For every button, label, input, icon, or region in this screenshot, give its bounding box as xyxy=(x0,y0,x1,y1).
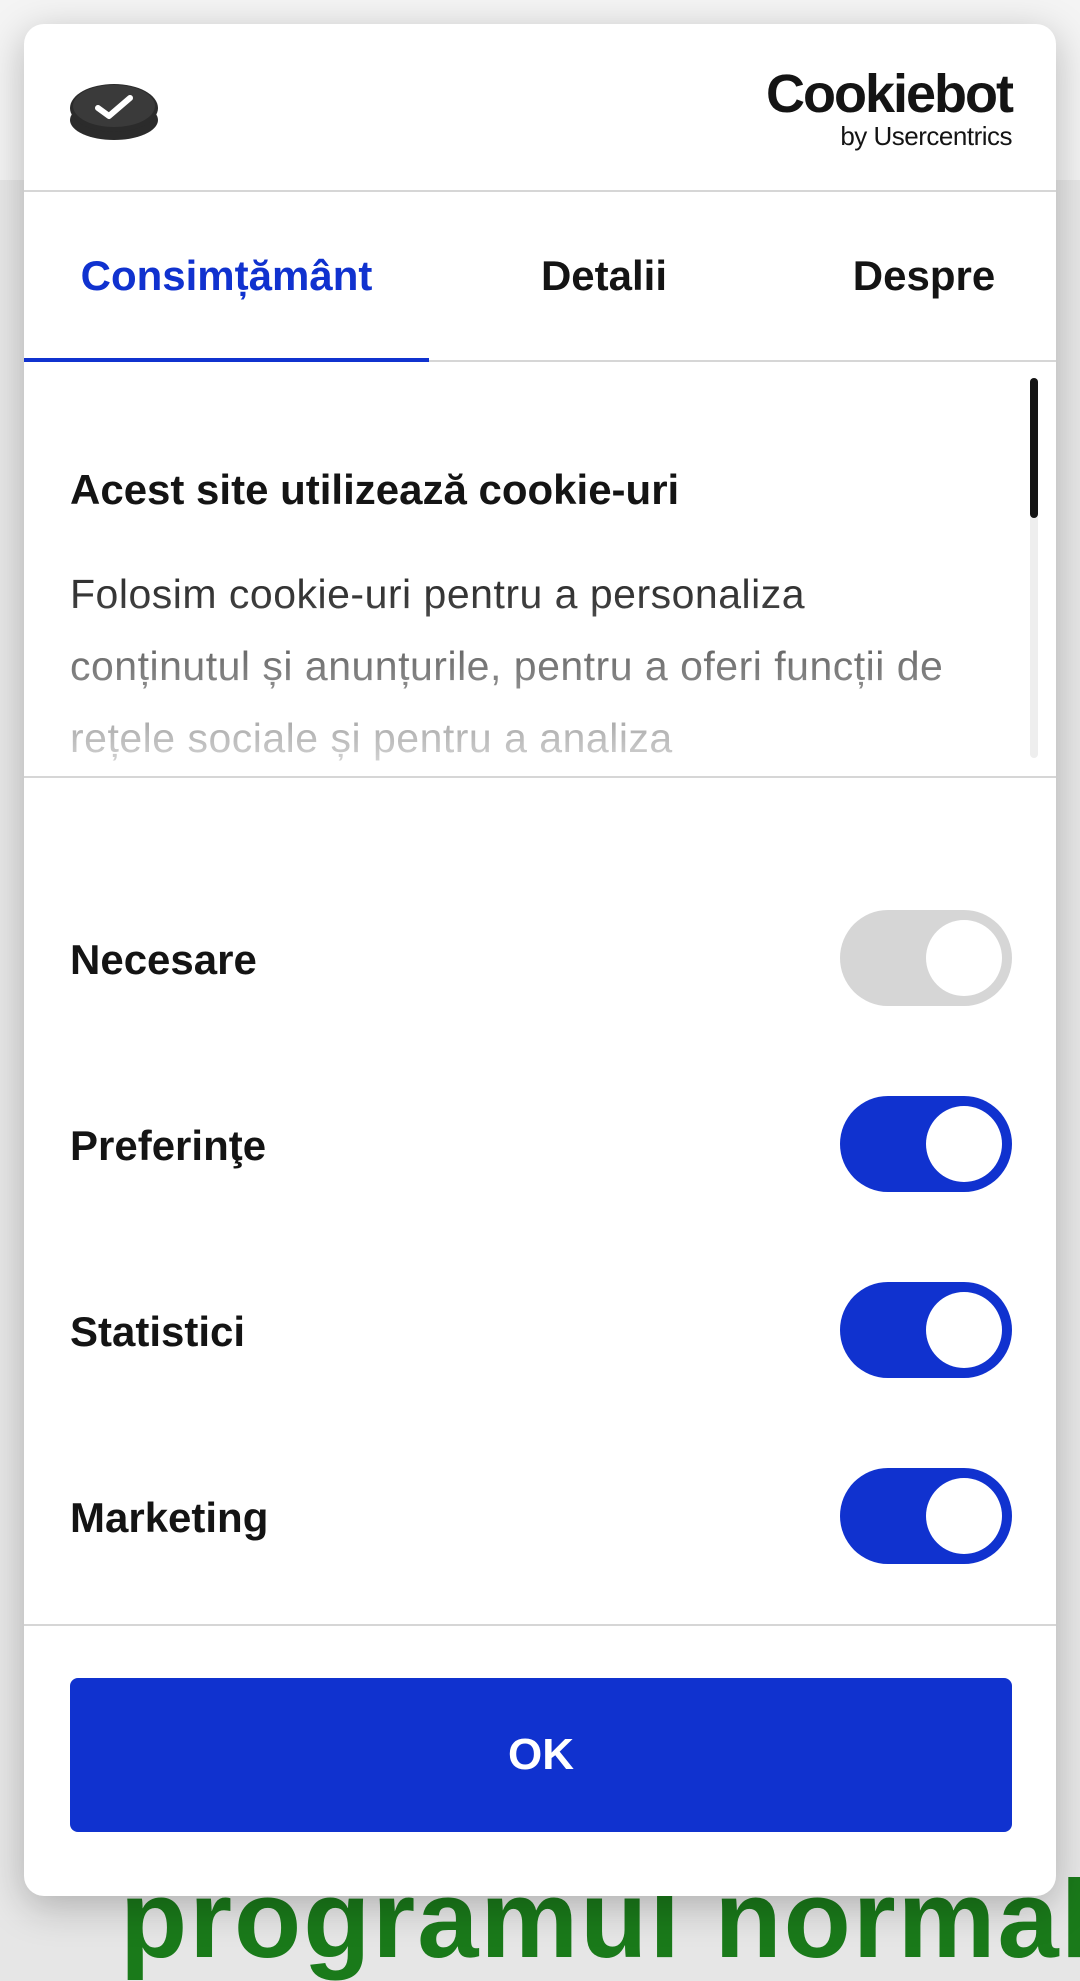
consent-description-panel[interactable]: Acest site utilizează cookie-uri Folosim… xyxy=(24,362,1056,778)
ok-button[interactable]: OK xyxy=(70,1678,1012,1832)
tab-about[interactable]: Despre xyxy=(764,192,1056,360)
preferences-toggle[interactable] xyxy=(840,1096,1012,1192)
category-label-preferences: Preferinţe xyxy=(70,1122,267,1169)
consent-title: Acest site utilizează cookie-uri xyxy=(70,466,680,513)
toggle-knob xyxy=(926,1478,1002,1554)
brand-byline: by Usercentrics xyxy=(840,121,1012,151)
dialog-header: Cookiebot by Usercentrics xyxy=(24,24,1056,192)
cookie-category-toggles: Necesare Preferinţe Statistici Marketing xyxy=(24,778,1056,1626)
statistics-toggle[interactable] xyxy=(840,1282,1012,1378)
marketing-toggle[interactable] xyxy=(840,1468,1012,1564)
necessary-toggle xyxy=(840,910,1012,1006)
category-label-marketing: Marketing xyxy=(70,1494,269,1541)
tab-consent[interactable]: Consimțământ xyxy=(24,192,429,360)
toggle-knob xyxy=(926,1292,1002,1368)
cookiebot-check-icon xyxy=(70,84,158,140)
consent-body-text: Folosim cookie-uri pentru a personaliza … xyxy=(70,571,944,761)
category-row-necessary: Necesare xyxy=(24,908,1056,1008)
cookiebot-logo: Cookiebot by Usercentrics xyxy=(766,64,1014,151)
category-row-marketing: Marketing xyxy=(24,1466,1056,1566)
category-label-statistics: Statistici xyxy=(70,1308,246,1355)
category-row-preferences: Preferinţe xyxy=(24,1094,1056,1194)
category-label-necessary: Necesare xyxy=(70,936,257,983)
toggle-knob xyxy=(926,920,1002,996)
cookie-consent-dialog: Cookiebot by Usercentrics Consimțământ D… xyxy=(24,24,1056,1896)
tab-details[interactable]: Detalii xyxy=(454,192,754,360)
toggle-knob xyxy=(926,1106,1002,1182)
scrollbar-thumb[interactable] xyxy=(1030,378,1038,518)
tab-bar: Consimțământ Detalii Despre xyxy=(24,192,1056,362)
brand-name: Cookiebot xyxy=(766,64,1014,124)
category-row-statistics: Statistici xyxy=(24,1280,1056,1380)
